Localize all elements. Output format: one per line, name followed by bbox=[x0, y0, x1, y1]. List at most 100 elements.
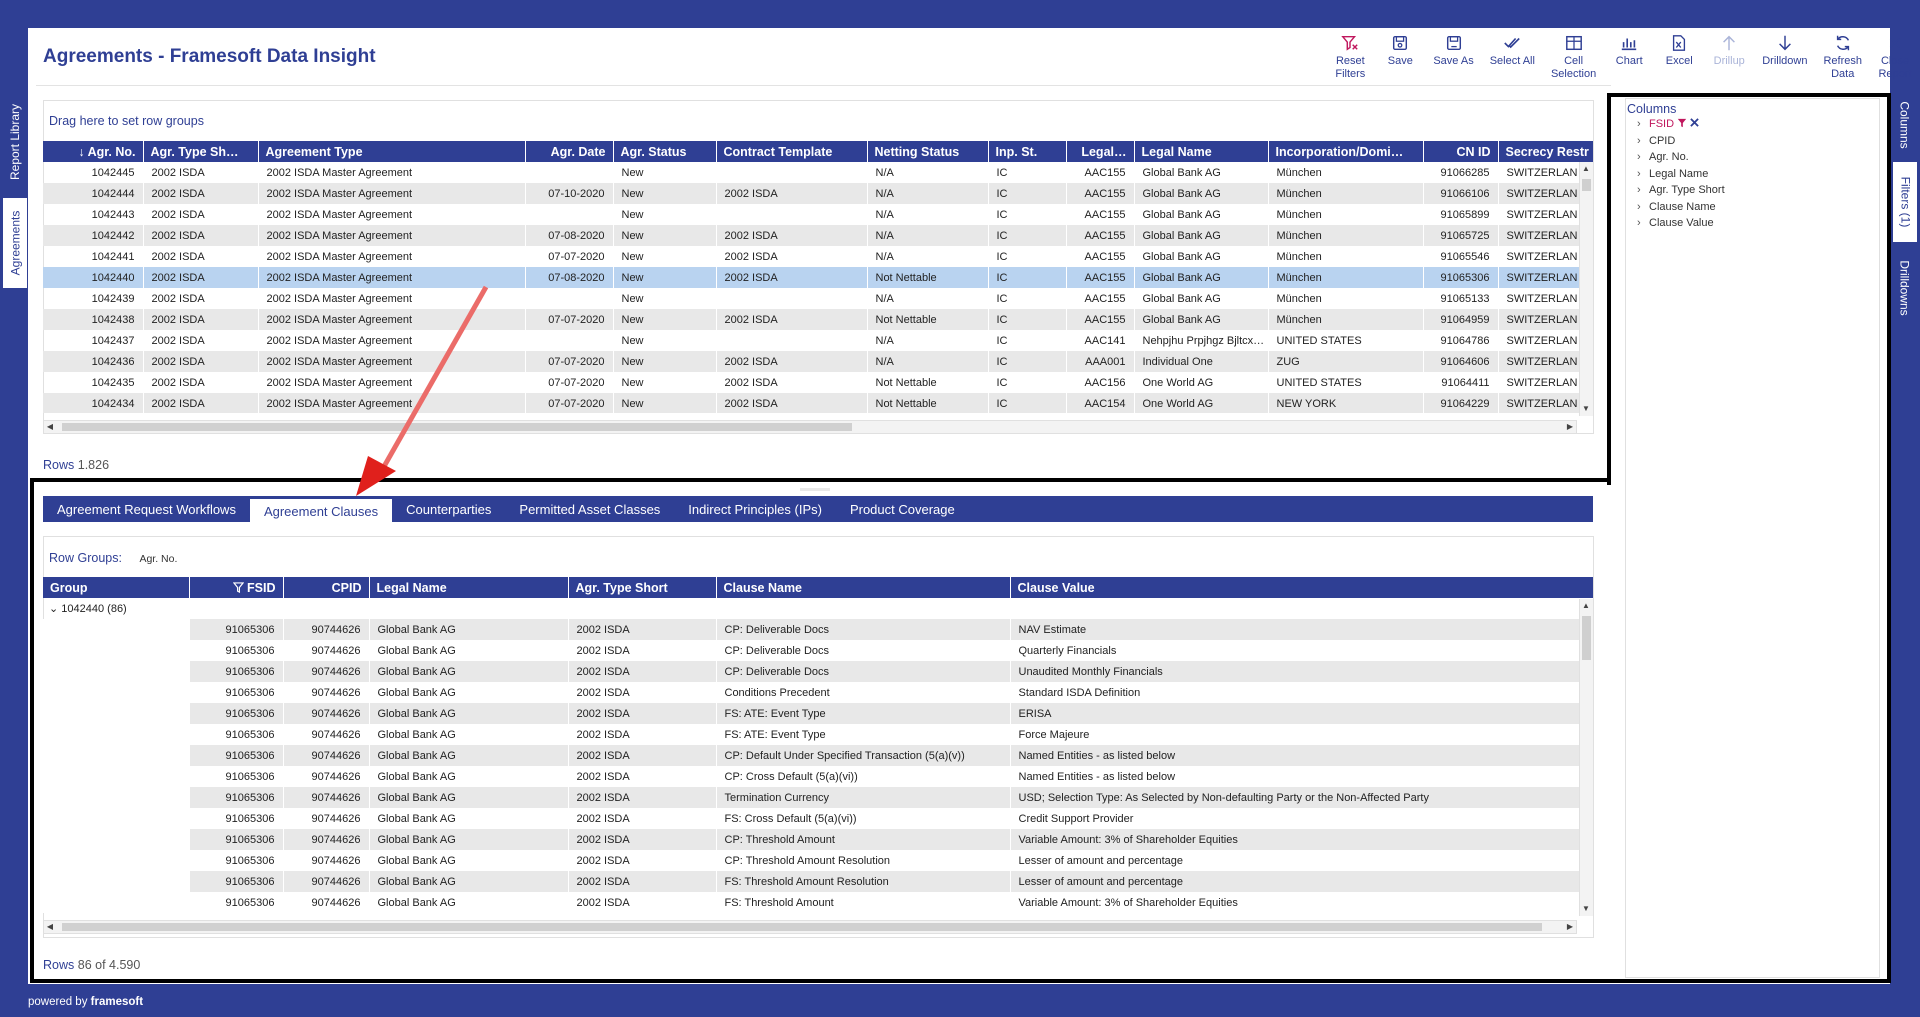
column-header[interactable]: Legal… bbox=[1066, 141, 1135, 162]
table-cell[interactable]: New bbox=[613, 162, 717, 183]
table-cell[interactable] bbox=[716, 330, 868, 351]
table-row[interactable]: 1042439 2002 ISDA 2002 ISDA Master Agreeme… bbox=[43, 288, 1593, 309]
table-cell[interactable] bbox=[716, 288, 868, 309]
table-row[interactable]: 1042442 2002 ISDA 2002 ISDA Master Agreeme… bbox=[43, 225, 1593, 246]
table-cell[interactable]: AAC155 bbox=[1066, 225, 1135, 246]
table-cell[interactable]: AAC155 bbox=[1066, 309, 1135, 330]
table-cell[interactable]: Not Nettable bbox=[867, 267, 989, 288]
table-cell[interactable]: 91064606 bbox=[1423, 351, 1499, 372]
table-cell[interactable]: IC bbox=[988, 309, 1067, 330]
save-as-button[interactable]: Save As bbox=[1425, 34, 1481, 81]
column-header[interactable]: Secrecy Restr bbox=[1498, 141, 1593, 162]
table-cell[interactable]: New bbox=[613, 372, 717, 393]
table-cell[interactable] bbox=[525, 288, 614, 309]
tab-filters[interactable]: Filters (1) bbox=[1893, 162, 1917, 242]
table-cell[interactable]: 07-08-2020 bbox=[525, 225, 614, 246]
column-header[interactable]: Agreement Type bbox=[258, 141, 526, 162]
chart-button[interactable]: Chart bbox=[1604, 34, 1654, 81]
table-cell[interactable]: 1042435 bbox=[43, 372, 144, 393]
table-cell[interactable]: 07-07-2020 bbox=[525, 372, 614, 393]
table-cell[interactable]: N/A bbox=[867, 204, 989, 225]
table-cell[interactable]: München bbox=[1268, 309, 1424, 330]
table-cell[interactable]: Global Bank AG bbox=[1134, 267, 1269, 288]
table-cell[interactable]: 07-07-2020 bbox=[525, 246, 614, 267]
table-cell[interactable]: 2002 ISDA bbox=[716, 183, 868, 204]
table-cell[interactable]: Global Bank AG bbox=[1134, 288, 1269, 309]
table-cell[interactable]: 91064411 bbox=[1423, 372, 1499, 393]
table-cell[interactable]: 91066285 bbox=[1423, 162, 1499, 183]
table-cell[interactable]: N/A bbox=[867, 162, 989, 183]
table-cell[interactable]: 07-07-2020 bbox=[525, 351, 614, 372]
table-cell[interactable]: 2002 ISDA bbox=[143, 393, 259, 413]
table-cell[interactable]: New bbox=[613, 393, 717, 413]
table-cell[interactable]: New bbox=[613, 309, 717, 330]
table-cell[interactable]: One World AG bbox=[1134, 372, 1269, 393]
table-cell[interactable]: Not Nettable bbox=[867, 309, 989, 330]
table-cell[interactable]: 91064959 bbox=[1423, 309, 1499, 330]
table-row[interactable]: 1042444 2002 ISDA 2002 ISDA Master Agreeme… bbox=[43, 183, 1593, 204]
table-cell[interactable]: 2002 ISDA Master Agreement bbox=[258, 225, 526, 246]
table-cell[interactable]: NEW YORK bbox=[1268, 393, 1424, 413]
table-cell[interactable]: München bbox=[1268, 246, 1424, 267]
table-cell[interactable]: Nehpjhu Prpjhgz Bjltcx… bbox=[1134, 330, 1269, 351]
tab-columns[interactable]: Columns bbox=[1893, 95, 1917, 155]
table-cell[interactable]: 2002 ISDA bbox=[143, 309, 259, 330]
table-cell[interactable]: New bbox=[613, 351, 717, 372]
table-cell[interactable]: 2002 ISDA bbox=[716, 351, 868, 372]
table-cell[interactable]: AAC154 bbox=[1066, 393, 1135, 413]
table-cell[interactable]: IC bbox=[988, 204, 1067, 225]
table-cell[interactable]: AAC156 bbox=[1066, 372, 1135, 393]
reset-filters-button[interactable]: Reset Filters bbox=[1325, 34, 1375, 81]
table-cell[interactable]: 2002 ISDA Master Agreement bbox=[258, 351, 526, 372]
table-cell[interactable]: IC bbox=[988, 225, 1067, 246]
column-header[interactable]: Agr. Date bbox=[525, 141, 614, 162]
table-cell[interactable] bbox=[525, 330, 614, 351]
tab-drilldowns[interactable]: Drilldowns bbox=[1893, 250, 1917, 325]
save-button[interactable]: Save bbox=[1375, 34, 1425, 81]
table-cell[interactable]: New bbox=[613, 330, 717, 351]
table-cell[interactable]: 2002 ISDA bbox=[716, 246, 868, 267]
table-cell[interactable]: Individual One bbox=[1134, 351, 1269, 372]
table-cell[interactable]: IC bbox=[988, 162, 1067, 183]
table-row[interactable]: 1042441 2002 ISDA 2002 ISDA Master Agreeme… bbox=[43, 246, 1593, 267]
table-cell[interactable]: 91065133 bbox=[1423, 288, 1499, 309]
table-cell[interactable]: 91065546 bbox=[1423, 246, 1499, 267]
table-cell[interactable]: 07-07-2020 bbox=[525, 309, 614, 330]
table-cell[interactable]: AAC155 bbox=[1066, 288, 1135, 309]
table-cell[interactable] bbox=[716, 162, 868, 183]
table-cell[interactable]: 2002 ISDA Master Agreement bbox=[258, 288, 526, 309]
table-cell[interactable]: New bbox=[613, 183, 717, 204]
scroll-up-icon[interactable]: ▲ bbox=[1580, 164, 1592, 174]
table-cell[interactable]: 2002 ISDA bbox=[143, 225, 259, 246]
table-cell[interactable]: AAC155 bbox=[1066, 267, 1135, 288]
table-cell[interactable]: AAC155 bbox=[1066, 246, 1135, 267]
select-all-button[interactable]: Select All bbox=[1482, 34, 1543, 81]
table-cell[interactable]: 91065306 bbox=[1423, 267, 1499, 288]
table-cell[interactable]: 1042438 bbox=[43, 309, 144, 330]
table-cell[interactable]: 1042434 bbox=[43, 393, 144, 413]
table-cell[interactable] bbox=[716, 204, 868, 225]
table-cell[interactable]: 2002 ISDA bbox=[143, 162, 259, 183]
table-cell[interactable]: Global Bank AG bbox=[1134, 183, 1269, 204]
scroll-right-icon[interactable]: ▶ bbox=[1564, 422, 1576, 432]
table-row[interactable]: 1042445 2002 ISDA 2002 ISDA Master Agreeme… bbox=[43, 162, 1593, 183]
table-cell[interactable]: IC bbox=[988, 267, 1067, 288]
table-cell[interactable]: N/A bbox=[867, 351, 989, 372]
table-cell[interactable] bbox=[525, 204, 614, 225]
scroll-thumb[interactable] bbox=[62, 423, 852, 431]
table-cell[interactable]: AAC155 bbox=[1066, 204, 1135, 225]
table-cell[interactable]: UNITED STATES bbox=[1268, 372, 1424, 393]
table-cell[interactable]: Global Bank AG bbox=[1134, 309, 1269, 330]
table-cell[interactable]: 2002 ISDA Master Agreement bbox=[258, 162, 526, 183]
table-cell[interactable]: 2002 ISDA Master Agreement bbox=[258, 372, 526, 393]
tab-agreements[interactable]: Agreements bbox=[3, 198, 27, 288]
table-cell[interactable]: 2002 ISDA Master Agreement bbox=[258, 246, 526, 267]
agreements-grid-hscroll[interactable]: ◀ ▶ bbox=[43, 420, 1577, 434]
table-cell[interactable]: N/A bbox=[867, 225, 989, 246]
table-cell[interactable]: 2002 ISDA Master Agreement bbox=[258, 183, 526, 204]
column-header[interactable]: CN ID bbox=[1423, 141, 1499, 162]
table-cell[interactable]: 1042444 bbox=[43, 183, 144, 204]
table-cell[interactable]: München bbox=[1268, 204, 1424, 225]
row-groups-dropzone[interactable]: Drag here to set row groups bbox=[49, 114, 204, 128]
table-cell[interactable]: München bbox=[1268, 183, 1424, 204]
